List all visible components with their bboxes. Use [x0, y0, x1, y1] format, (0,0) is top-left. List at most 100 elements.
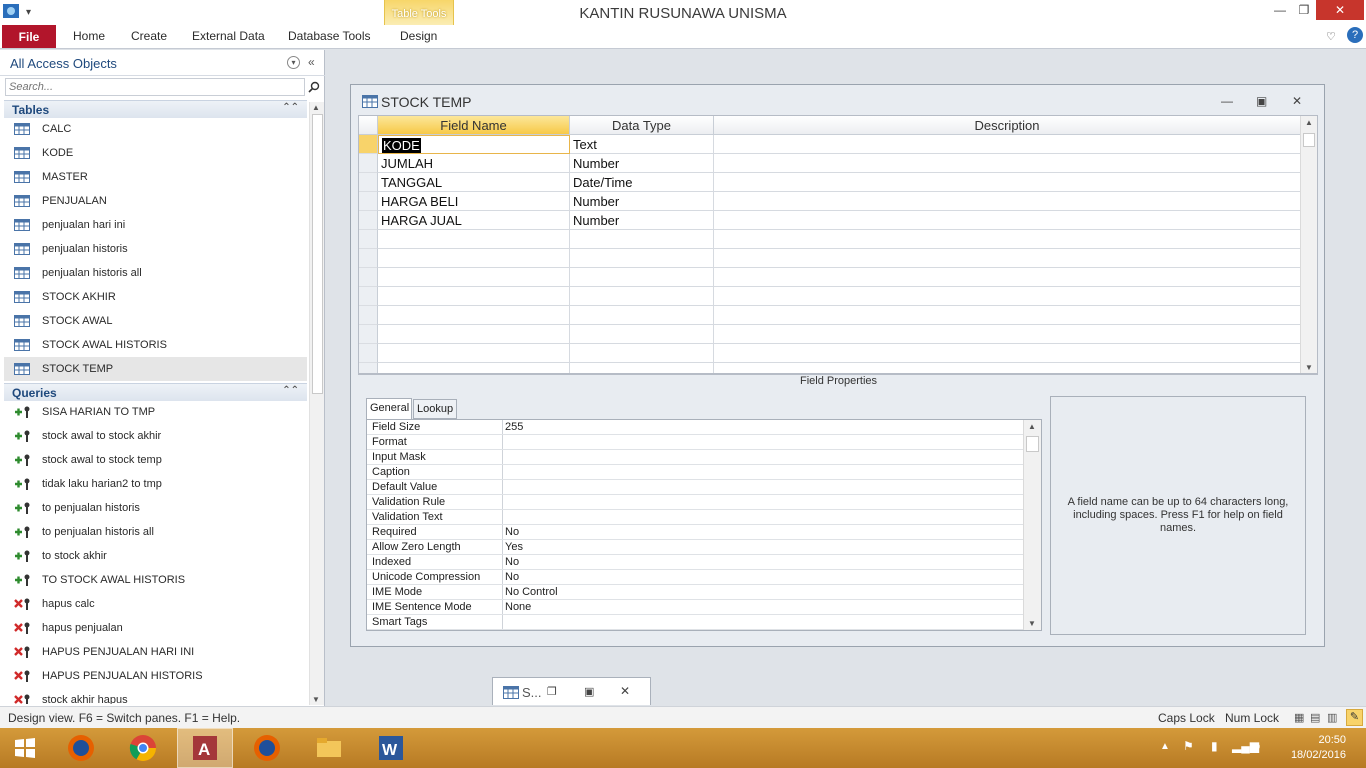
nav-table-item[interactable]: penjualan hari ini: [4, 213, 307, 237]
properties-scrollbar[interactable]: ▲ ▼: [1023, 420, 1041, 630]
property-row[interactable]: Field Size 255: [367, 420, 1023, 435]
close-icon[interactable]: ✕: [620, 684, 630, 698]
tab-home[interactable]: Home: [73, 29, 105, 43]
nav-query-item[interactable]: stock akhir hapus: [4, 688, 307, 704]
taskbar-firefox[interactable]: [53, 728, 109, 768]
data-type-cell[interactable]: [570, 325, 714, 344]
nav-query-item[interactable]: tidak laku harian2 to tmp: [4, 472, 307, 496]
action-center-icon[interactable]: ⚑: [1183, 739, 1194, 753]
grid-scroll-thumb[interactable]: [1303, 133, 1315, 147]
row-selector[interactable]: [359, 192, 378, 211]
nav-menu-icon[interactable]: ▾: [287, 56, 300, 69]
description-cell[interactable]: [714, 287, 1301, 306]
tab-design[interactable]: Design: [400, 29, 437, 43]
nav-table-item[interactable]: penjualan historis all: [4, 261, 307, 285]
battery-icon[interactable]: ▮: [1211, 739, 1218, 753]
data-type-cell[interactable]: [570, 306, 714, 325]
search-icon[interactable]: [306, 78, 322, 96]
data-type-cell[interactable]: [570, 287, 714, 306]
row-selector[interactable]: [359, 135, 378, 154]
property-row[interactable]: Unicode Compression No: [367, 570, 1023, 585]
description-cell[interactable]: [714, 173, 1301, 192]
nav-query-item[interactable]: HAPUS PENJUALAN HARI INI: [4, 640, 307, 664]
restore-button[interactable]: ❐: [1290, 0, 1318, 20]
description-cell[interactable]: [714, 230, 1301, 249]
nav-table-item[interactable]: STOCK AWAL HISTORIS: [4, 333, 307, 357]
clock[interactable]: 20:50 18/02/2016: [1291, 733, 1346, 763]
row-selector[interactable]: [359, 230, 378, 249]
field-name-cell[interactable]: [378, 306, 570, 325]
property-row[interactable]: Indexed No: [367, 555, 1023, 570]
column-header-field-name[interactable]: Field Name: [378, 116, 570, 135]
data-type-cell[interactable]: [570, 249, 714, 268]
row-selector[interactable]: [359, 306, 378, 325]
tab-create[interactable]: Create: [131, 29, 167, 43]
field-name-cell[interactable]: HARGA JUAL: [378, 211, 570, 230]
shutter-bar-icon[interactable]: «: [308, 55, 315, 69]
field-name-cell[interactable]: KODE: [378, 135, 570, 154]
taskbar-chrome[interactable]: [115, 728, 171, 768]
taskbar-file-explorer[interactable]: [301, 728, 357, 768]
row-selector[interactable]: [359, 249, 378, 268]
nav-table-item[interactable]: MASTER: [4, 165, 307, 189]
nav-query-item[interactable]: TO STOCK AWAL HISTORIS: [4, 568, 307, 592]
description-cell[interactable]: [714, 268, 1301, 287]
nav-table-item[interactable]: STOCK TEMP: [4, 357, 307, 381]
field-name-cell[interactable]: [378, 249, 570, 268]
property-row[interactable]: Input Mask: [367, 450, 1023, 465]
nav-search-input[interactable]: [5, 78, 305, 96]
property-row[interactable]: Allow Zero Length Yes: [367, 540, 1023, 555]
description-cell[interactable]: [714, 192, 1301, 211]
nav-query-item[interactable]: hapus calc: [4, 592, 307, 616]
nav-table-item[interactable]: STOCK AKHIR: [4, 285, 307, 309]
data-type-cell[interactable]: [570, 268, 714, 287]
property-value[interactable]: Yes: [505, 541, 523, 553]
ribbon-collapse-icon[interactable]: ♡: [1326, 30, 1336, 43]
maximize-icon[interactable]: ▣: [584, 685, 594, 698]
property-row[interactable]: Format: [367, 435, 1023, 450]
volume-icon[interactable]: ♪: [1255, 739, 1261, 753]
data-type-cell[interactable]: [570, 230, 714, 249]
field-name-cell[interactable]: [378, 325, 570, 344]
file-tab[interactable]: File: [2, 25, 56, 48]
field-name-cell[interactable]: JUMLAH: [378, 154, 570, 173]
doc-close-button[interactable]: ✕: [1292, 94, 1302, 108]
property-value[interactable]: 255: [505, 421, 523, 433]
scroll-down-icon[interactable]: ▼: [312, 695, 320, 704]
data-type-cell[interactable]: Number: [570, 211, 714, 230]
row-selector[interactable]: [359, 211, 378, 230]
tab-external-data[interactable]: External Data: [192, 29, 265, 43]
doc-minimize-button[interactable]: —: [1221, 94, 1233, 108]
scroll-up-icon[interactable]: ▲: [1305, 118, 1313, 127]
nav-query-item[interactable]: stock awal to stock akhir: [4, 424, 307, 448]
field-name-cell[interactable]: TANGGAL: [378, 173, 570, 192]
nav-table-item[interactable]: STOCK AWAL: [4, 309, 307, 333]
properties-scroll-thumb[interactable]: [1026, 436, 1039, 452]
tab-general[interactable]: General: [366, 398, 412, 419]
field-name-cell[interactable]: [378, 230, 570, 249]
pivot-table-view-icon[interactable]: ▤: [1310, 711, 1320, 724]
nav-query-item[interactable]: to penjualan historis all: [4, 520, 307, 544]
taskbar-access[interactable]: A: [177, 728, 233, 768]
nav-table-item[interactable]: penjualan historis: [4, 237, 307, 261]
property-value[interactable]: No: [505, 571, 519, 583]
tab-lookup[interactable]: Lookup: [413, 399, 457, 419]
property-row[interactable]: Required No: [367, 525, 1023, 540]
scroll-down-icon[interactable]: ▼: [1028, 619, 1036, 628]
tables-group-header[interactable]: Tables ⌃⌃: [4, 100, 307, 118]
data-type-cell[interactable]: Date/Time: [570, 173, 714, 192]
doc-restore-button[interactable]: ▣: [1256, 94, 1267, 108]
row-selector[interactable]: [359, 344, 378, 363]
property-value[interactable]: No: [505, 526, 519, 538]
data-type-cell[interactable]: Text: [570, 135, 714, 154]
property-row[interactable]: Caption: [367, 465, 1023, 480]
nav-table-item[interactable]: KODE: [4, 141, 307, 165]
property-row[interactable]: Validation Rule: [367, 495, 1023, 510]
column-header-data-type[interactable]: Data Type: [570, 116, 714, 135]
property-row[interactable]: Validation Text: [367, 510, 1023, 525]
nav-query-item[interactable]: to penjualan historis: [4, 496, 307, 520]
description-cell[interactable]: [714, 325, 1301, 344]
design-view-icon[interactable]: ✎: [1346, 709, 1363, 726]
taskbar-word[interactable]: W: [363, 728, 419, 768]
property-row[interactable]: Smart Tags: [367, 615, 1023, 630]
